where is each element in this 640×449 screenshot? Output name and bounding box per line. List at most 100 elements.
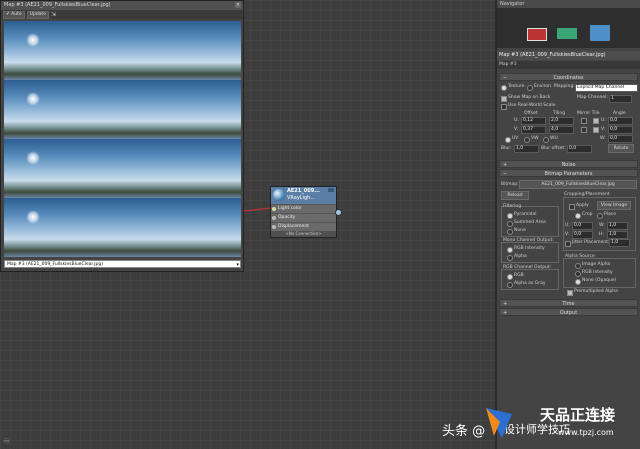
output-socket-icon[interactable] <box>335 209 342 216</box>
crop-w-field[interactable]: 1,0 <box>607 222 628 230</box>
texture-radio[interactable] <box>501 85 507 91</box>
wu-radio[interactable] <box>543 137 549 143</box>
reload-button[interactable]: Reload <box>501 191 529 200</box>
u-mirror-checkbox[interactable] <box>581 118 587 124</box>
expand-icon: + <box>503 301 508 307</box>
v-mirror-checkbox[interactable] <box>581 127 587 133</box>
rgb-radio[interactable] <box>507 274 513 280</box>
rollout-time[interactable]: + Time <box>499 299 638 307</box>
slot-opacity[interactable]: Opacity <box>271 213 336 222</box>
vray-light-material-node[interactable]: AE21_009... VRayLigh... Light color Opac… <box>270 186 337 238</box>
navigator-view[interactable] <box>497 8 640 48</box>
rollout-noise[interactable]: + Noise <box>499 160 638 168</box>
premultiplied-checkbox[interactable] <box>567 290 573 296</box>
brand-logo-icon <box>486 408 512 438</box>
crop-u-field[interactable]: 0,0 <box>572 222 593 230</box>
watermark: 头条 @ 设计师学技巧 天品正连接 www.tpzj.com <box>440 400 640 449</box>
expand-icon: + <box>503 310 508 316</box>
v-tiling-field[interactable]: 4,0 <box>549 126 574 134</box>
v-offset-value: 0,37 <box>523 127 534 132</box>
material-name-field[interactable]: Map #3 <box>497 61 640 69</box>
pyramidal-radio[interactable] <box>507 213 513 219</box>
apply-label: Apply <box>576 203 589 208</box>
rollout-label: Coordinates <box>553 75 584 81</box>
watermark-brand: 天品正连接 <box>540 406 616 424</box>
blur-field[interactable]: 1,0 <box>514 145 539 153</box>
bitmap-label: Bitmap: <box>501 182 519 187</box>
slot-light-color[interactable]: Light color <box>271 204 336 213</box>
binoculars-icon[interactable]: ♾ <box>3 437 10 446</box>
angle-header: Angle <box>613 111 626 116</box>
v-angle-field[interactable]: 0,0 <box>608 126 633 134</box>
tiling-header: Tiling <box>553 111 566 116</box>
input-socket-icon[interactable] <box>272 207 276 211</box>
mono-alpha-radio[interactable] <box>507 255 513 261</box>
cropping-title: Cropping/Placement <box>564 192 610 197</box>
mono-rgb-intensity-radio[interactable] <box>507 247 513 253</box>
collapse-icon: − <box>503 171 508 177</box>
bitmap-path-button[interactable]: AE21_009_FullskiesBlueClear.jpg <box>519 180 637 189</box>
crop-v-field[interactable]: 0,0 <box>572 231 593 239</box>
u-tile-checkbox[interactable] <box>593 118 599 124</box>
crop-h-label: H: <box>599 232 604 237</box>
jitter-field[interactable]: 1,0 <box>609 239 630 247</box>
u-angle-field[interactable]: 0,0 <box>608 117 633 125</box>
rollout-bitmap-parameters[interactable]: − Bitmap Parameters <box>499 169 638 177</box>
v-tiling-value: 4,0 <box>551 127 559 132</box>
premultiplied-label: Premultiplied Alpha <box>574 289 618 294</box>
summed-area-radio[interactable] <box>507 221 513 227</box>
crop-h-field[interactable]: 1,0 <box>607 231 628 239</box>
view-image-button[interactable]: View Image <box>597 201 631 210</box>
vw-radio[interactable] <box>524 137 530 143</box>
show-map-checkbox[interactable] <box>501 96 507 102</box>
real-world-label: Use Real-World Scale <box>508 103 556 108</box>
real-world-checkbox[interactable] <box>501 104 507 110</box>
v-offset-field[interactable]: 0,37 <box>521 126 546 134</box>
w-angle-field[interactable]: 0,0 <box>608 135 633 143</box>
close-icon[interactable]: × <box>235 2 241 8</box>
slot-label: Opacity <box>278 215 296 220</box>
rollout-label: Output <box>559 310 578 316</box>
update-button[interactable]: Update <box>26 10 49 19</box>
slot-displacement[interactable]: Displacement <box>271 222 336 231</box>
rollout-coordinates[interactable]: − Coordinates <box>499 73 638 81</box>
place-radio[interactable] <box>597 213 603 219</box>
v-tile-checkbox[interactable] <box>593 127 599 133</box>
u-tiling-value: 2,0 <box>551 118 559 123</box>
rollout-label: Time <box>562 301 575 307</box>
jitter-value: 1,0 <box>611 240 619 245</box>
uv-radio[interactable] <box>505 137 511 143</box>
input-socket-icon[interactable] <box>272 225 276 229</box>
node-name: AE21_009... <box>287 188 320 194</box>
mapping-select[interactable]: Explicit Map Channel <box>575 84 638 92</box>
crop-u-value: 0,0 <box>574 223 582 228</box>
v-label: V: <box>514 127 519 132</box>
blur-offset-field[interactable]: 0,0 <box>567 145 592 153</box>
jitter-checkbox[interactable] <box>565 241 571 247</box>
filter-none-radio[interactable] <box>507 229 513 235</box>
minimize-icon[interactable] <box>328 188 334 192</box>
map-channel-spinner[interactable]: 1 <box>609 95 632 103</box>
input-socket-icon[interactable] <box>272 216 276 220</box>
alpha-as-gray-radio[interactable] <box>507 282 513 288</box>
rollout-label: Bitmap Parameters <box>544 171 593 177</box>
image-alpha-radio[interactable] <box>575 263 581 269</box>
crop-v-value: 0,0 <box>574 232 582 237</box>
node-header[interactable]: AE21_009... VRayLigh... <box>271 187 336 204</box>
environ-radio[interactable] <box>527 85 533 91</box>
u-tiling-field[interactable]: 2,0 <box>549 117 574 125</box>
apply-checkbox[interactable] <box>569 204 575 210</box>
auto-button[interactable]: ✔ Auto <box>3 10 25 19</box>
preview-map-dropdown[interactable]: Map #3 (AE21_009_FullskiesBlueClear.jpg)… <box>4 260 241 268</box>
alpha-rgb-intensity-radio[interactable] <box>575 271 581 277</box>
rollout-output[interactable]: + Output <box>499 308 638 316</box>
chevron-down-icon: ▾ <box>236 262 239 268</box>
u-offset-field[interactable]: 0,12 <box>521 117 546 125</box>
pyramidal-label: Pyramidal <box>514 212 537 217</box>
node-footer: <No Connection> <box>271 231 336 237</box>
pin-icon[interactable]: ⇲ <box>51 11 56 18</box>
none-opaque-radio[interactable] <box>575 279 581 285</box>
jitter-label: Jitter Placement: <box>572 240 610 245</box>
crop-radio[interactable] <box>575 213 581 219</box>
rotate-button[interactable]: Rotate <box>608 144 634 153</box>
